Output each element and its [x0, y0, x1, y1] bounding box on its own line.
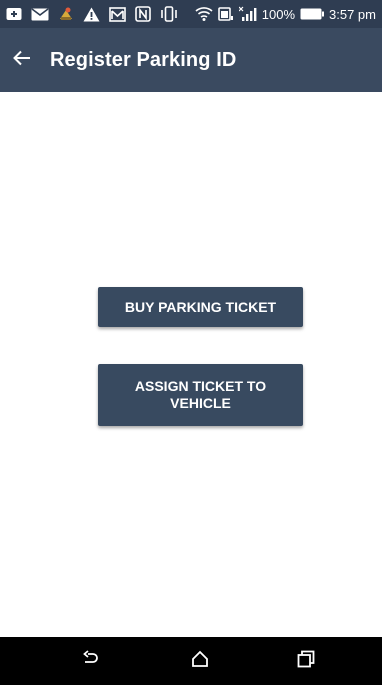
- buy-parking-ticket-button[interactable]: BUY PARKING TICKET: [98, 287, 303, 327]
- tv-plus-icon: [6, 7, 22, 21]
- game-icon: [58, 6, 74, 22]
- battery-saver-icon: [217, 6, 234, 22]
- nfc-icon: [135, 6, 151, 22]
- recents-icon: [297, 650, 315, 673]
- wifi-icon: [195, 6, 213, 22]
- battery-icon: [300, 8, 325, 20]
- app-bar: Register Parking ID: [0, 28, 382, 92]
- nav-recents-button[interactable]: [276, 637, 336, 685]
- nav-home-button[interactable]: [170, 637, 230, 685]
- clock: 3:57 pm: [329, 6, 376, 22]
- nav-back-button[interactable]: [60, 637, 120, 685]
- back-button[interactable]: [0, 28, 50, 92]
- arrow-left-icon: [12, 48, 32, 73]
- main-content: BUY PARKING TICKET ASSIGN TICKET TO VEHI…: [0, 92, 382, 637]
- mail-icon: [31, 7, 49, 21]
- navigation-bar: [0, 637, 382, 685]
- vibrate-icon: [160, 6, 178, 22]
- gmail-icon: [109, 6, 126, 22]
- status-bar: 100% 3:57 pm: [0, 0, 382, 28]
- back-icon: [81, 649, 99, 673]
- signal-icon: [238, 6, 257, 22]
- page-title: Register Parking ID: [50, 48, 237, 71]
- assign-ticket-to-vehicle-button[interactable]: ASSIGN TICKET TO VEHICLE: [98, 364, 303, 426]
- system-indicators: 100% 3:57 pm: [195, 6, 376, 22]
- home-icon: [191, 650, 209, 673]
- warning-icon: [83, 7, 100, 22]
- notification-icons: [6, 6, 178, 22]
- battery-percent: 100%: [261, 6, 296, 22]
